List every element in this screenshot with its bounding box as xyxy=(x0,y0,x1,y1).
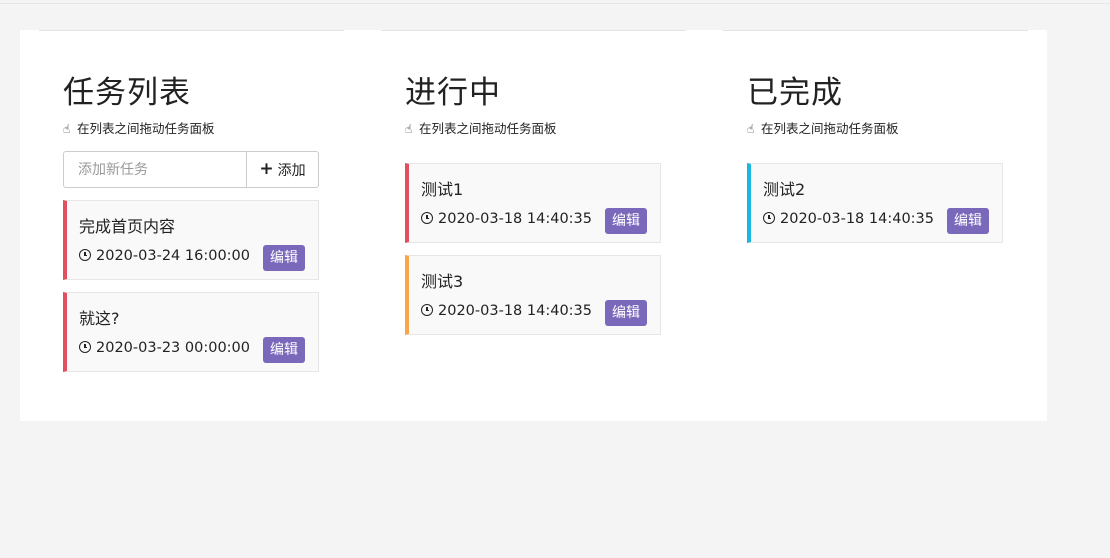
hand-pointer-icon: ☝ xyxy=(747,122,755,136)
task-time: 2020-03-18 14:40:35 xyxy=(421,302,592,320)
new-task-input[interactable] xyxy=(63,151,247,188)
task-time: 2020-03-23 00:00:00 xyxy=(79,339,250,357)
column-hint: ☝ 在列表之间拖动任务面板 xyxy=(747,121,899,137)
add-task-button-label: 添加 xyxy=(277,162,306,179)
clock-icon xyxy=(763,212,775,224)
task-title: 完成首页内容 xyxy=(79,217,176,236)
task-card[interactable]: 就这? 2020-03-23 00:00:00 编辑 xyxy=(63,292,319,372)
task-title: 就这? xyxy=(79,309,120,328)
task-card[interactable]: 测试2 2020-03-18 14:40:35 编辑 xyxy=(747,163,1003,243)
column-hint: ☝ 在列表之间拖动任务面板 xyxy=(405,121,557,137)
column-top-border xyxy=(39,30,344,31)
column-top-border xyxy=(723,30,1028,31)
task-card[interactable]: 测试1 2020-03-18 14:40:35 编辑 xyxy=(405,163,661,243)
clock-icon xyxy=(421,304,433,316)
clock-icon xyxy=(421,212,433,224)
task-time: 2020-03-24 16:00:00 xyxy=(79,247,250,265)
column-title: 进行中 xyxy=(405,75,501,111)
task-time-text: 2020-03-18 14:40:35 xyxy=(438,303,592,319)
task-time-text: 2020-03-18 14:40:35 xyxy=(780,211,934,227)
task-title: 测试3 xyxy=(421,272,464,291)
edit-task-button[interactable]: 编辑 xyxy=(605,208,647,234)
task-title: 测试1 xyxy=(421,180,464,199)
kanban-board: 任务列表 ☝ 在列表之间拖动任务面板 + 添加 完成首页内容 2020-03-24… xyxy=(20,30,1047,421)
edit-task-button[interactable]: 编辑 xyxy=(263,337,305,363)
column-title: 任务列表 xyxy=(63,75,191,111)
task-title: 测试2 xyxy=(763,180,806,199)
column-title: 已完成 xyxy=(747,75,843,111)
task-time-text: 2020-03-24 16:00:00 xyxy=(96,248,250,264)
edit-task-button[interactable]: 编辑 xyxy=(947,208,989,234)
task-time-text: 2020-03-23 00:00:00 xyxy=(96,340,250,356)
task-card[interactable]: 测试3 2020-03-18 14:40:35 编辑 xyxy=(405,255,661,335)
clock-icon xyxy=(79,341,91,353)
column-hint-text: 在列表之间拖动任务面板 xyxy=(761,121,899,136)
column-hint-text: 在列表之间拖动任务面板 xyxy=(77,121,215,136)
add-task-form: + 添加 xyxy=(63,151,319,188)
plus-icon: + xyxy=(259,159,274,179)
task-time: 2020-03-18 14:40:35 xyxy=(421,210,592,228)
column-hint-text: 在列表之间拖动任务面板 xyxy=(419,121,557,136)
column-top-border xyxy=(381,30,686,31)
top-divider xyxy=(0,3,1110,4)
hand-pointer-icon: ☝ xyxy=(63,122,71,136)
task-time-text: 2020-03-18 14:40:35 xyxy=(438,211,592,227)
hand-pointer-icon: ☝ xyxy=(405,122,413,136)
clock-icon xyxy=(79,249,91,261)
task-time: 2020-03-18 14:40:35 xyxy=(763,210,934,228)
task-card[interactable]: 完成首页内容 2020-03-24 16:00:00 编辑 xyxy=(63,200,319,280)
column-hint: ☝ 在列表之间拖动任务面板 xyxy=(63,121,215,137)
edit-task-button[interactable]: 编辑 xyxy=(263,245,305,271)
edit-task-button[interactable]: 编辑 xyxy=(605,300,647,326)
add-task-button[interactable]: + 添加 xyxy=(246,151,319,188)
